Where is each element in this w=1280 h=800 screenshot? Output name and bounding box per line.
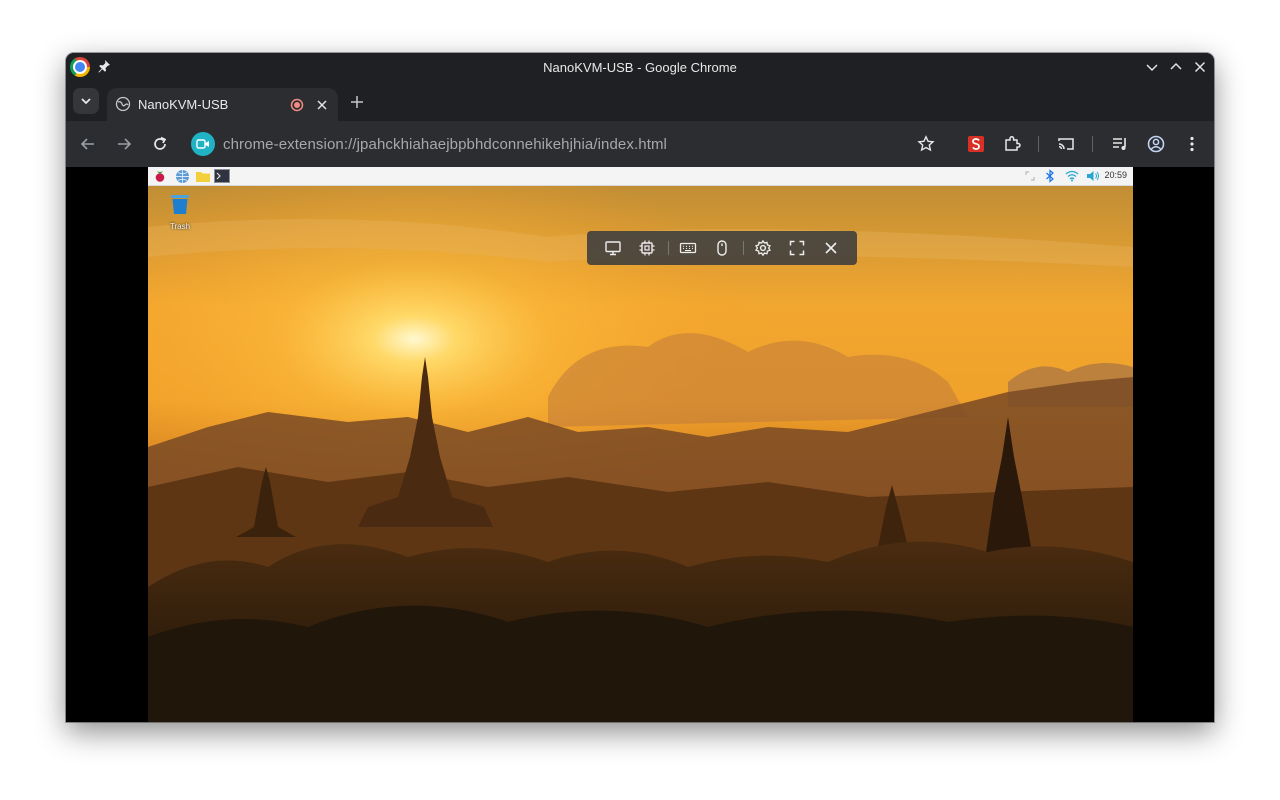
video-camera-icon [196,139,209,149]
raspberry-menu-icon[interactable] [153,169,167,183]
remote-desktop-screen[interactable]: 20:59 Trash [148,167,1133,722]
tab-strip: NanoKVM-USB [66,81,1214,121]
bluetooth-icon[interactable] [1045,169,1055,183]
globe-icon [115,96,131,112]
window-title: NanoKVM-USB - Google Chrome [543,60,737,75]
extension-badge-icon[interactable] [191,132,215,156]
update-tray-icon[interactable] [1024,170,1036,182]
tab-title: NanoKVM-USB [138,97,229,112]
kvm-toolbar-divider [743,241,744,255]
tab-search-button[interactable] [73,88,99,114]
bookmark-star-icon[interactable] [916,134,936,154]
kvm-toolbar-divider [668,241,669,255]
toolbar-divider [1092,136,1093,152]
maximize-icon[interactable] [1167,58,1185,76]
keyboard-icon[interactable] [679,239,697,257]
volume-icon[interactable] [1086,170,1100,182]
extension-s-icon[interactable] [966,134,986,154]
url-text: chrome-extension://jpahckhiahaejbpbhdcon… [223,136,667,153]
minimize-icon[interactable] [1143,58,1161,76]
address-bar[interactable]: chrome-extension://jpahckhiahaejbpbhdcon… [186,126,958,162]
tab-nanokvm[interactable]: NanoKVM-USB [107,88,338,121]
browser-toolbar: chrome-extension://jpahckhiahaejbpbhdcon… [66,121,1214,167]
desktop-taskbar: 20:59 [148,167,1133,186]
web-browser-icon[interactable] [175,169,190,184]
page-viewport: 20:59 Trash [66,167,1214,722]
mouse-icon[interactable] [713,239,731,257]
chip-icon[interactable] [638,239,656,257]
trash-desktop-icon[interactable]: Trash [164,192,196,231]
desktop-clock: 20:59 [1104,170,1127,180]
monitor-icon[interactable] [604,239,622,257]
close-tab-icon[interactable] [315,98,329,112]
terminal-icon[interactable] [214,169,230,183]
chevron-down-icon [81,98,91,105]
title-bar: NanoKVM-USB - Google Chrome [66,53,1214,81]
recording-icon [290,98,304,112]
fullscreen-icon[interactable] [788,239,806,257]
toolbar-divider [1038,136,1039,152]
kvm-floating-toolbar [587,231,857,265]
extensions-puzzle-icon[interactable] [1002,134,1022,154]
wifi-icon[interactable] [1065,170,1079,182]
reload-icon[interactable] [150,134,170,154]
trash-bin-icon [171,195,189,214]
browser-window: NanoKVM-USB - Google Chrome NanoKVM-USB [66,53,1214,722]
profile-avatar-icon[interactable] [1146,134,1166,154]
menu-kebab-icon[interactable] [1182,134,1202,154]
gear-icon[interactable] [754,239,772,257]
forward-arrow-icon[interactable] [114,134,134,154]
cast-icon[interactable] [1056,134,1076,154]
file-manager-icon[interactable] [195,170,211,183]
close-window-icon[interactable] [1191,58,1209,76]
media-controls-icon[interactable] [1110,134,1130,154]
trash-label: Trash [169,222,191,231]
new-tab-icon[interactable] [348,93,366,111]
back-arrow-icon[interactable] [78,134,98,154]
close-icon[interactable] [822,239,840,257]
